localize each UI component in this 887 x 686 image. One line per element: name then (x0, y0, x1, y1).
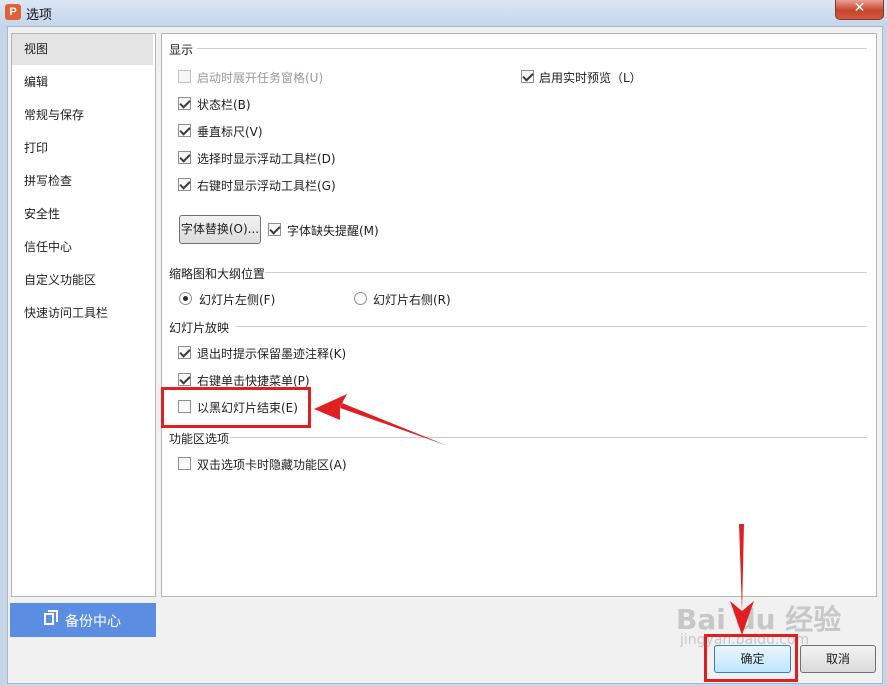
annotation-arrows (314, 394, 754, 635)
annotation-arrow-shaft (340, 403, 448, 446)
annotation-arrow-shaft (739, 524, 744, 612)
